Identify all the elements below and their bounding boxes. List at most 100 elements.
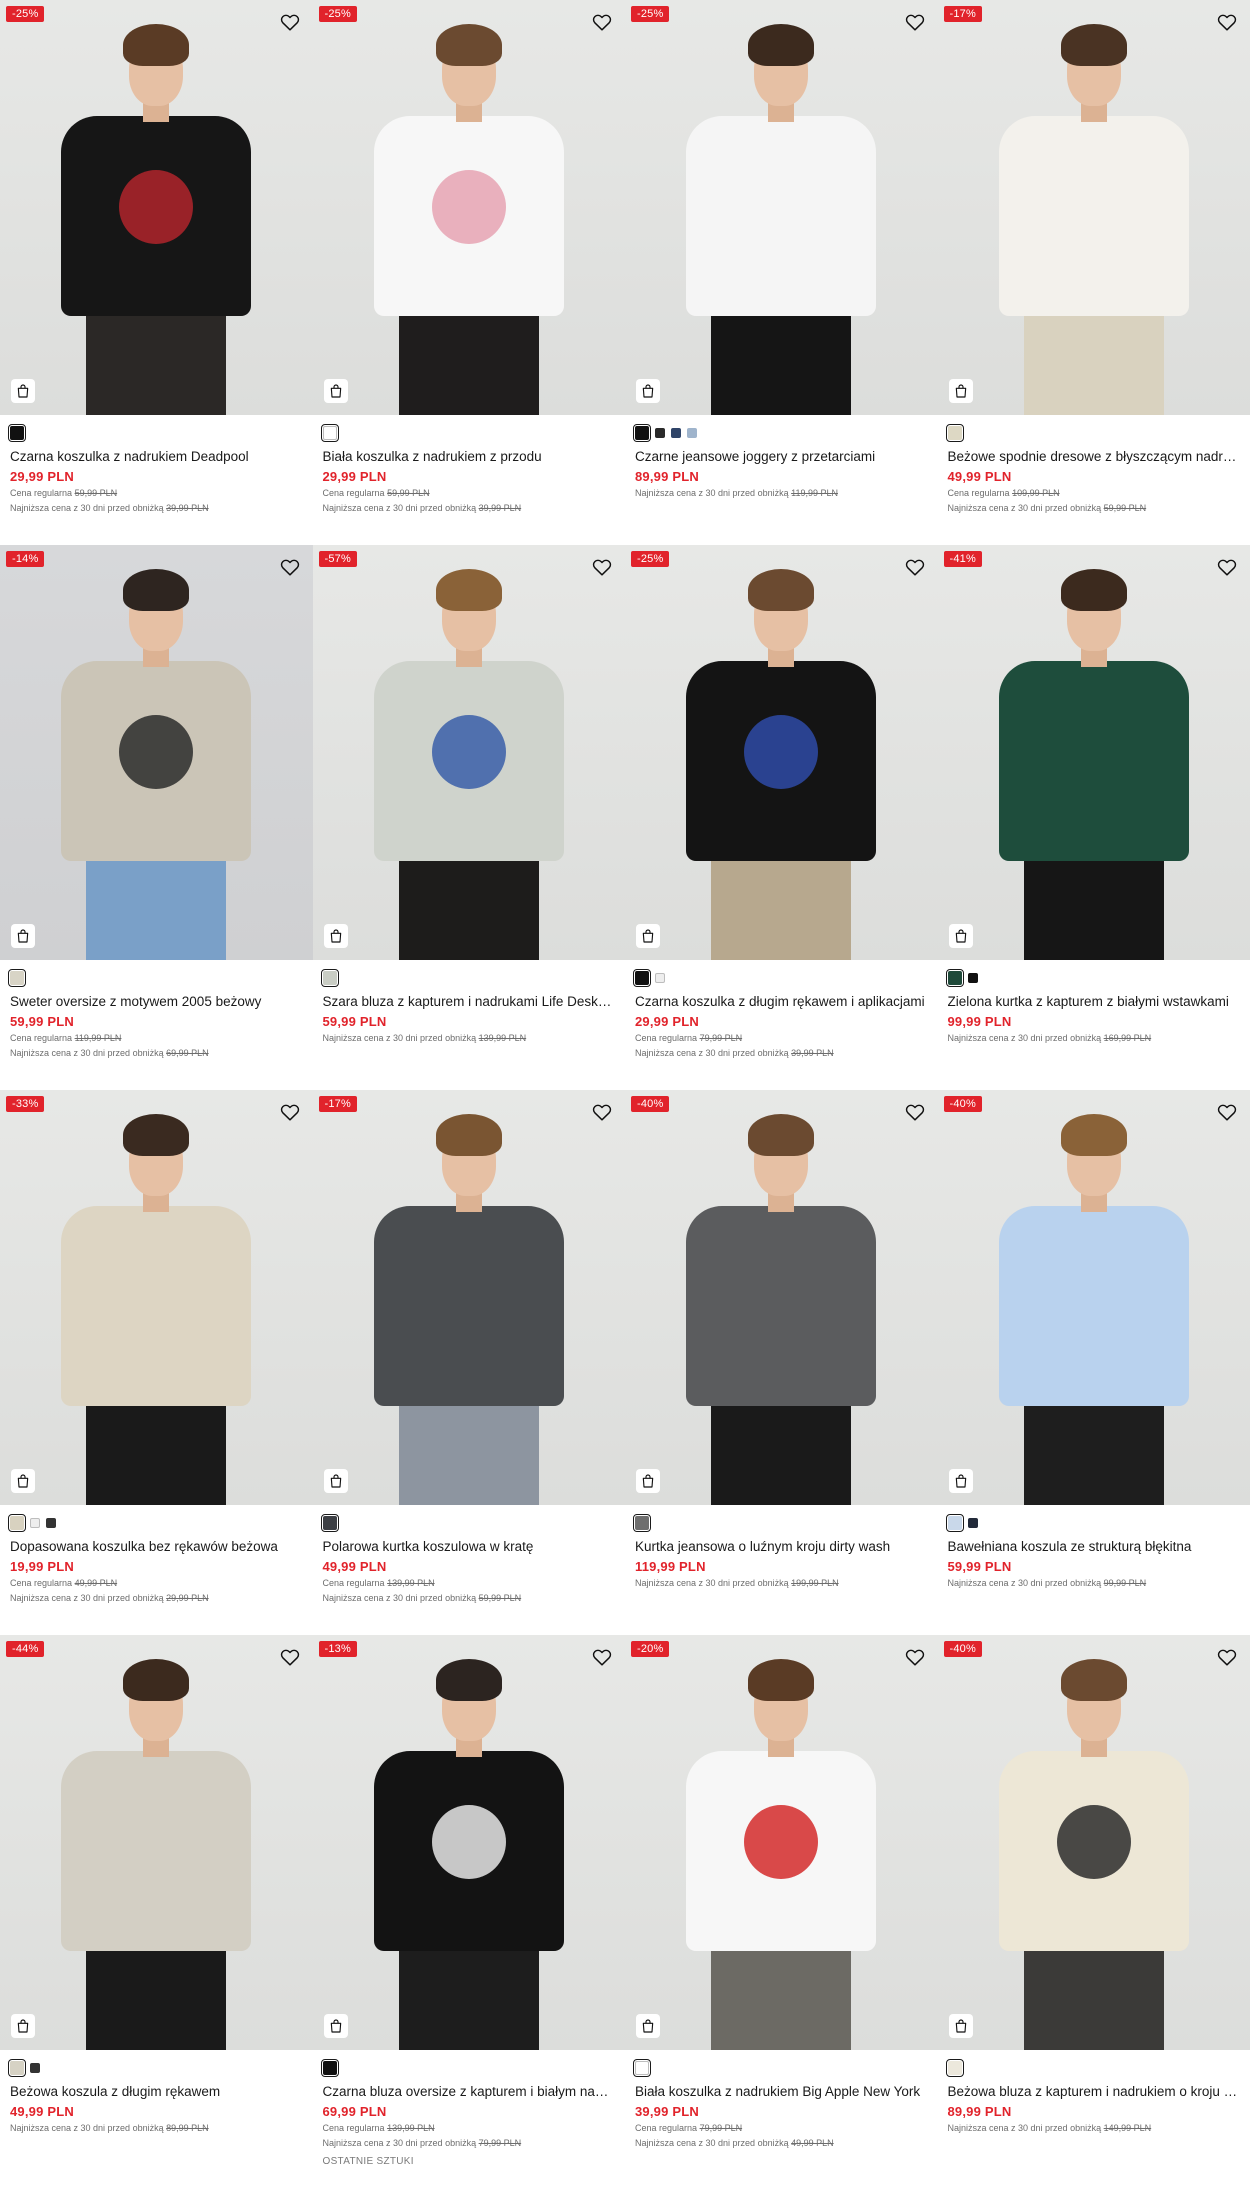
- product-card[interactable]: -13% Czarna bluza oversize z kapturem i …: [312, 1635, 625, 2180]
- product-card[interactable]: -41% Zielona kurtka z kapturem z białymi…: [937, 545, 1250, 1090]
- heart-icon[interactable]: [1216, 1646, 1238, 1668]
- product-name[interactable]: Szara bluza z kapturem i nadrukami Life …: [323, 993, 616, 1011]
- product-name[interactable]: Beżowa bluza z kapturem i nadrukiem o kr…: [948, 2083, 1241, 2101]
- shopping-bag-icon[interactable]: [11, 924, 35, 948]
- product-card[interactable]: -20% Biała koszulka z nadrukiem Big Appl…: [625, 1635, 938, 2180]
- heart-icon[interactable]: [904, 1646, 926, 1668]
- product-name[interactable]: Biała koszulka z nadrukiem z przodu: [323, 448, 616, 466]
- heart-icon[interactable]: [1216, 1101, 1238, 1123]
- shopping-bag-icon[interactable]: [636, 924, 660, 948]
- heart-icon[interactable]: [904, 1101, 926, 1123]
- shopping-bag-icon[interactable]: [11, 379, 35, 403]
- color-swatch[interactable]: [30, 2063, 40, 2073]
- product-card[interactable]: -25% Czarna koszulka z nadrukiem Deadpoo…: [0, 0, 313, 545]
- product-image[interactable]: -17%: [937, 0, 1250, 415]
- product-image[interactable]: -14%: [0, 545, 313, 960]
- product-image[interactable]: -40%: [937, 1635, 1250, 2050]
- color-swatch[interactable]: [633, 2059, 651, 2077]
- product-card[interactable]: -25% Biała koszulka z nadrukiem z przodu…: [312, 0, 625, 545]
- color-swatch[interactable]: [320, 424, 339, 442]
- color-swatch[interactable]: [320, 969, 339, 987]
- product-name[interactable]: Bawełniana koszula ze strukturą błękitna: [948, 1538, 1241, 1556]
- product-image[interactable]: -25%: [625, 0, 938, 415]
- shopping-bag-icon[interactable]: [323, 924, 348, 948]
- product-card[interactable]: -14% Sweter oversize z motywem 2005 beżo…: [0, 545, 313, 1090]
- product-name[interactable]: Czarne jeansowe joggery z przetarciami: [635, 448, 928, 466]
- heart-icon[interactable]: [904, 11, 926, 33]
- shopping-bag-icon[interactable]: [636, 2014, 660, 2038]
- heart-icon[interactable]: [591, 556, 613, 578]
- color-swatch[interactable]: [8, 1514, 26, 1532]
- color-swatch[interactable]: [967, 1518, 978, 1528]
- heart-icon[interactable]: [279, 11, 301, 33]
- product-image[interactable]: -20%: [625, 1635, 938, 2050]
- product-image[interactable]: -44%: [0, 1635, 313, 2050]
- product-image[interactable]: -40%: [625, 1090, 938, 1505]
- product-card[interactable]: -40% Bawełniana koszula ze strukturą błę…: [937, 1090, 1250, 1635]
- product-name[interactable]: Czarna koszulka z długim rękawem i aplik…: [635, 993, 928, 1011]
- product-name[interactable]: Kurtka jeansowa o luźnym kroju dirty was…: [635, 1538, 928, 1556]
- product-card[interactable]: -33% Dopasowana koszulka bez rękawów beż…: [0, 1090, 313, 1635]
- product-image[interactable]: -13%: [312, 1635, 625, 2050]
- color-swatch[interactable]: [945, 2059, 964, 2077]
- color-swatch[interactable]: [8, 2059, 26, 2077]
- color-swatch[interactable]: [320, 1514, 339, 1532]
- heart-icon[interactable]: [279, 1646, 301, 1668]
- product-image[interactable]: -33%: [0, 1090, 313, 1505]
- color-swatch[interactable]: [671, 428, 681, 438]
- shopping-bag-icon[interactable]: [948, 1469, 973, 1493]
- product-image[interactable]: -40%: [937, 1090, 1250, 1505]
- product-name[interactable]: Beżowa koszula z długim rękawem: [10, 2083, 303, 2101]
- product-card[interactable]: -25% Czarne jeansowe joggery z przetarci…: [625, 0, 938, 545]
- shopping-bag-icon[interactable]: [11, 2014, 35, 2038]
- product-image[interactable]: -25%: [0, 0, 313, 415]
- product-name[interactable]: Czarna koszulka z nadrukiem Deadpool: [10, 448, 303, 466]
- product-name[interactable]: Czarna bluza oversize z kapturem i biały…: [323, 2083, 616, 2101]
- heart-icon[interactable]: [904, 556, 926, 578]
- color-swatch[interactable]: [30, 1518, 40, 1528]
- shopping-bag-icon[interactable]: [323, 379, 348, 403]
- shopping-bag-icon[interactable]: [11, 1469, 35, 1493]
- product-name[interactable]: Biała koszulka z nadrukiem Big Apple New…: [635, 2083, 928, 2101]
- shopping-bag-icon[interactable]: [323, 1469, 348, 1493]
- product-card[interactable]: -40% Kurtka jeansowa o luźnym kroju dirt…: [625, 1090, 938, 1635]
- heart-icon[interactable]: [279, 556, 301, 578]
- shopping-bag-icon[interactable]: [323, 2014, 348, 2038]
- product-card[interactable]: -44% Beżowa koszula z długim rękawem 49,…: [0, 1635, 313, 2180]
- product-name[interactable]: Zielona kurtka z kapturem z białymi wsta…: [948, 993, 1241, 1011]
- product-card[interactable]: -17% Beżowe spodnie dresowe z błyszczący…: [937, 0, 1250, 545]
- product-image[interactable]: -41%: [937, 545, 1250, 960]
- color-swatch[interactable]: [945, 969, 964, 987]
- product-image[interactable]: -25%: [625, 545, 938, 960]
- heart-icon[interactable]: [1216, 11, 1238, 33]
- shopping-bag-icon[interactable]: [948, 2014, 973, 2038]
- color-swatch[interactable]: [633, 969, 651, 987]
- product-image[interactable]: -17%: [312, 1090, 625, 1505]
- heart-icon[interactable]: [1216, 556, 1238, 578]
- shopping-bag-icon[interactable]: [948, 924, 973, 948]
- product-card[interactable]: -25% Czarna koszulka z długim rękawem i …: [625, 545, 938, 1090]
- heart-icon[interactable]: [279, 1101, 301, 1123]
- product-card[interactable]: -17% Polarowa kurtka koszulowa w kratę 4…: [312, 1090, 625, 1635]
- color-swatch[interactable]: [8, 969, 26, 987]
- color-swatch[interactable]: [945, 424, 964, 442]
- heart-icon[interactable]: [591, 1646, 613, 1668]
- color-swatch[interactable]: [320, 2059, 339, 2077]
- shopping-bag-icon[interactable]: [636, 1469, 660, 1493]
- shopping-bag-icon[interactable]: [948, 379, 973, 403]
- product-name[interactable]: Beżowe spodnie dresowe z błyszczącym nad…: [948, 448, 1241, 466]
- color-swatch[interactable]: [655, 428, 665, 438]
- product-name[interactable]: Dopasowana koszulka bez rękawów beżowa: [10, 1538, 303, 1556]
- color-swatch[interactable]: [633, 424, 651, 442]
- product-card[interactable]: -57% Szara bluza z kapturem i nadrukami …: [312, 545, 625, 1090]
- product-image[interactable]: -25%: [312, 0, 625, 415]
- color-swatch[interactable]: [687, 428, 697, 438]
- product-image[interactable]: -57%: [312, 545, 625, 960]
- heart-icon[interactable]: [591, 1101, 613, 1123]
- product-name[interactable]: Polarowa kurtka koszulowa w kratę: [323, 1538, 616, 1556]
- color-swatch[interactable]: [633, 1514, 651, 1532]
- heart-icon[interactable]: [591, 11, 613, 33]
- color-swatch[interactable]: [46, 1518, 56, 1528]
- shopping-bag-icon[interactable]: [636, 379, 660, 403]
- product-card[interactable]: -40% Beżowa bluza z kapturem i nadrukiem…: [937, 1635, 1250, 2180]
